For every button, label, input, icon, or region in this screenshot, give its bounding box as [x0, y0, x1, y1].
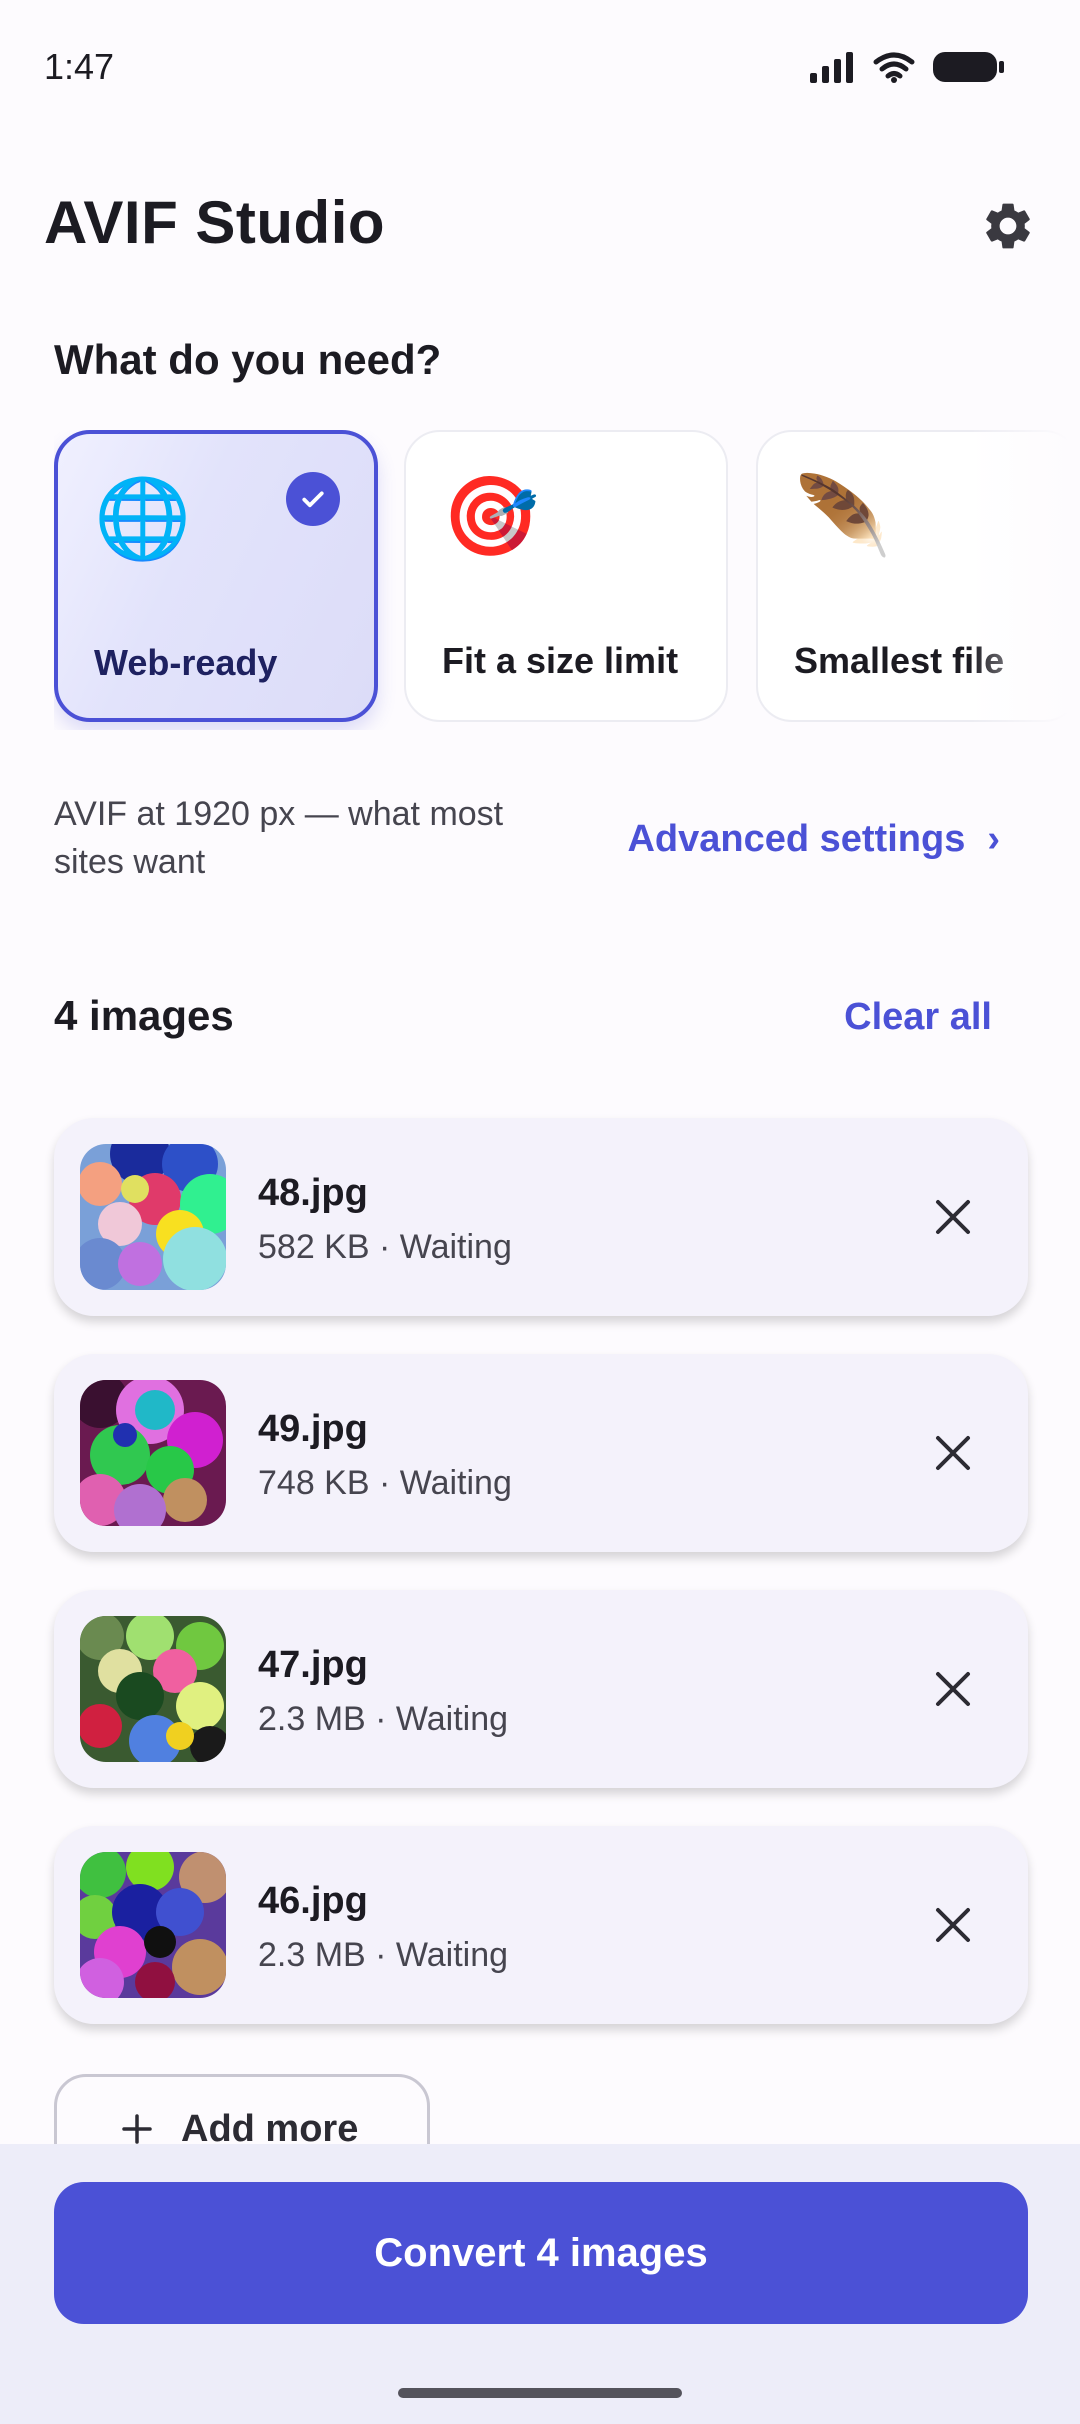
carousel-fade [970, 430, 1080, 730]
file-thumbnail [80, 1852, 226, 1998]
remove-file-button[interactable] [924, 1660, 982, 1718]
remove-file-button[interactable] [924, 1424, 982, 1482]
file-meta: 2.3 MB · Waiting [258, 1700, 509, 1738]
remove-file-button[interactable] [924, 1188, 982, 1246]
settings-button[interactable] [978, 196, 1038, 256]
file-thumbnail [80, 1380, 226, 1526]
close-icon [936, 1672, 970, 1706]
file-item[interactable]: 48.jpg 582 KB · Waiting [54, 1118, 1028, 1316]
file-item[interactable]: 47.jpg 2.3 MB · Waiting [54, 1590, 1028, 1788]
signal-icon [810, 52, 853, 83]
check-icon [286, 472, 340, 526]
close-icon [936, 1908, 970, 1942]
gear-icon [986, 203, 1030, 249]
preset-card-fit-size-limit[interactable]: 🎯 Fit a size limit [404, 430, 728, 722]
file-name: 46.jpg [258, 1880, 368, 1922]
preset-question: What do you need? [54, 336, 442, 383]
file-name: 47.jpg [258, 1644, 368, 1686]
preset-label: Fit a size limit [442, 640, 679, 681]
status-bar: 1:47 [0, 0, 1080, 140]
wifi-icon [873, 52, 915, 83]
preset-description: AVIF at 1920 px — what most sites want [54, 795, 504, 881]
file-thumbnail [80, 1616, 226, 1762]
image-count: 4 images [54, 992, 234, 1039]
globe-icon: 🌐 [94, 474, 192, 564]
file-item[interactable]: 46.jpg 2.3 MB · Waiting [54, 1826, 1028, 2024]
status-time: 1:47 [44, 46, 115, 87]
app-title: AVIF Studio [44, 189, 386, 256]
advanced-settings-label: Advanced settings [627, 818, 966, 860]
file-meta: 2.3 MB · Waiting [258, 1936, 509, 1974]
file-name: 49.jpg [258, 1408, 368, 1450]
preset-card-web-ready[interactable]: 🌐 Web-ready [54, 430, 378, 722]
home-indicator[interactable] [398, 2388, 682, 2398]
close-icon [936, 1200, 970, 1234]
file-thumbnail [80, 1144, 226, 1290]
status-icons [808, 50, 1006, 84]
file-name: 48.jpg [258, 1172, 368, 1214]
advanced-settings-link[interactable]: Advanced settings › [627, 818, 1000, 861]
bottom-action-bar: Convert 4 images [0, 2144, 1080, 2424]
preset-label: Web-ready [94, 642, 278, 683]
convert-button[interactable]: Convert 4 images [54, 2182, 1028, 2324]
plus-icon [122, 2114, 152, 2144]
preset-carousel[interactable]: 🌐 Web-ready 🎯 Fit a size limit 🪶 Smalles… [54, 430, 1080, 730]
chevron-right-icon: › [987, 818, 1000, 860]
file-meta: 748 KB · Waiting [258, 1464, 512, 1502]
remove-file-button[interactable] [924, 1896, 982, 1954]
file-meta: 582 KB · Waiting [258, 1228, 512, 1266]
clear-all-button[interactable]: Clear all [844, 996, 992, 1039]
close-icon [936, 1436, 970, 1470]
battery-icon [933, 52, 1004, 82]
file-item[interactable]: 49.jpg 748 KB · Waiting [54, 1354, 1028, 1552]
feather-icon: 🪶 [794, 472, 892, 562]
target-icon: 🎯 [442, 472, 540, 562]
